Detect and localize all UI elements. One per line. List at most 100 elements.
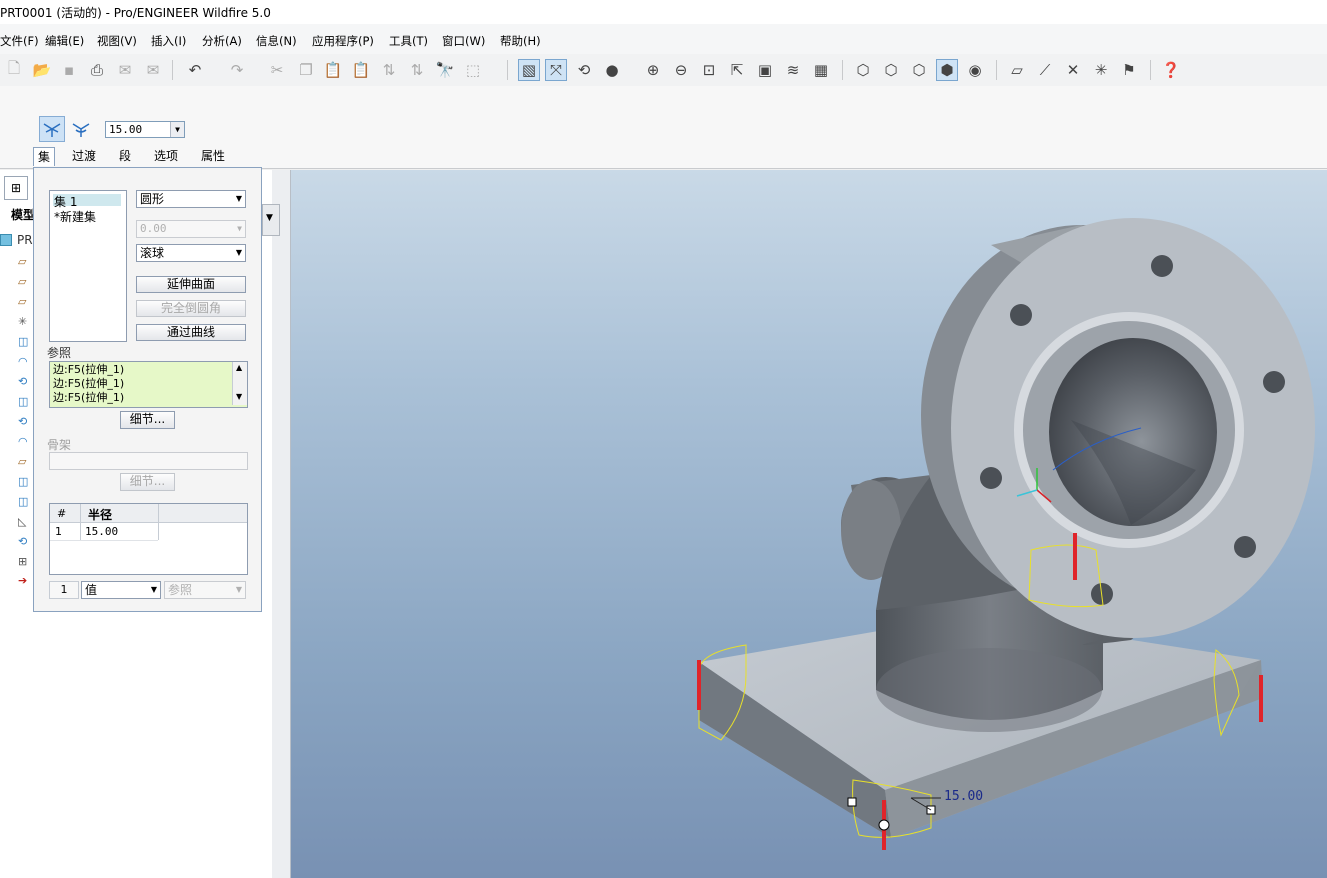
scroll-down-icon[interactable]: ▼ xyxy=(236,392,242,401)
references-scrollbar[interactable]: ▲ ▼ xyxy=(232,362,247,405)
menu-analysis[interactable]: 分析(A) xyxy=(202,33,242,49)
feature-icon: ◠ xyxy=(18,435,28,448)
datum-plane-icon: ▱ xyxy=(18,255,27,268)
model-tree-tab[interactable]: 模型 xyxy=(11,206,35,223)
tab-sets[interactable]: 集 xyxy=(33,147,56,166)
set-mode-icon[interactable] xyxy=(39,116,65,142)
regenerate-icon[interactable]: ⇅ xyxy=(378,59,400,81)
round-shape-select[interactable]: 圆形 ▼ xyxy=(136,190,246,208)
regen-manager-icon[interactable]: ⇅ xyxy=(406,59,428,81)
refit-icon[interactable]: ⊡ xyxy=(698,59,720,81)
tree-dropdown-button[interactable]: ▼ xyxy=(262,204,280,236)
zoom-out-icon[interactable]: ⊖ xyxy=(670,59,692,81)
value-mode-select[interactable]: 值 ▼ xyxy=(81,581,161,599)
copy-icon[interactable]: ❐ xyxy=(295,59,317,81)
graphics-window[interactable]: 15.00 xyxy=(291,170,1327,878)
find-icon[interactable]: 🔭 xyxy=(434,59,456,81)
radius-value-combo[interactable]: 15.00 ▼ xyxy=(105,121,185,138)
orient-mode-icon[interactable]: ⟲ xyxy=(573,59,595,81)
tree-display-icon[interactable]: ⊞ xyxy=(4,176,28,200)
reorient-icon[interactable]: ⇱ xyxy=(726,59,748,81)
insert-here-arrow-icon: ➔ xyxy=(18,574,28,587)
repaint-icon[interactable]: ▧ xyxy=(518,59,540,81)
datum-plane-icon: ▱ xyxy=(18,295,27,308)
selection-box-icon[interactable]: ⬚ xyxy=(462,59,484,81)
context-help-icon[interactable]: ❓ xyxy=(1160,59,1182,81)
through-curve-button[interactable]: 通过曲线 xyxy=(136,324,246,341)
reference-item[interactable]: 边:F5(拉伸_1) xyxy=(53,391,124,405)
menu-edit[interactable]: 编辑(E) xyxy=(45,33,84,49)
table-row[interactable]: 1 15.00 xyxy=(50,522,158,541)
tab-transitions[interactable]: 过渡 xyxy=(68,147,100,165)
tab-options[interactable]: 选项 xyxy=(150,147,182,165)
details-button[interactable]: 细节... xyxy=(120,411,175,429)
open-folder-icon[interactable]: 📂 xyxy=(31,59,53,81)
layers-icon[interactable]: ≋ xyxy=(782,59,804,81)
transition-mode-icon[interactable] xyxy=(68,116,94,142)
menu-window[interactable]: 窗口(W) xyxy=(442,33,485,49)
part-icon xyxy=(0,234,12,246)
paste-special-icon[interactable]: 📋 xyxy=(350,59,372,81)
drag-handle[interactable] xyxy=(878,819,890,831)
draft-icon: ◺ xyxy=(18,515,27,528)
revolve-icon: ⟲ xyxy=(18,415,28,428)
zoom-in-icon[interactable]: ⊕ xyxy=(642,59,664,81)
send-attachment-icon[interactable]: ✉ xyxy=(142,59,164,81)
saved-views-icon[interactable]: ▣ xyxy=(754,59,776,81)
menu-view[interactable]: 视图(V) xyxy=(97,33,137,49)
send-mail-icon[interactable]: ✉ xyxy=(114,59,136,81)
csys-icon: ✳ xyxy=(18,315,28,328)
menu-file[interactable]: 文件(F) xyxy=(0,33,39,49)
save-icon[interactable]: ▪ xyxy=(58,59,80,81)
drag-handle[interactable] xyxy=(847,797,857,807)
datum-axes-icon[interactable]: ⟋ xyxy=(1034,59,1056,81)
hidden-line-icon[interactable]: ⬡ xyxy=(880,59,902,81)
paste-icon[interactable]: 📋 xyxy=(322,59,344,81)
datum-planes-icon[interactable]: ▱ xyxy=(1006,59,1028,81)
wireframe-icon[interactable]: ⬡ xyxy=(852,59,874,81)
references-label: 参照 xyxy=(47,346,72,360)
tab-pieces[interactable]: 段 xyxy=(115,147,135,165)
menu-applications[interactable]: 应用程序(P) xyxy=(312,33,374,49)
main-toolbar: 🗋 📂 ▪ ⎙ ✉ ✉ ↶ ↷ ✂ ❐ 📋 📋 ⇅ ⇅ 🔭 ⬚ ▧ ⤧ ⟲ ● … xyxy=(0,54,1327,87)
value-mode-value: 值 xyxy=(85,583,98,597)
chevron-down-icon: ▼ xyxy=(235,194,242,203)
view-manager-icon[interactable]: ▦ xyxy=(810,59,832,81)
annotations-icon[interactable]: ⚑ xyxy=(1118,59,1140,81)
new-file-icon[interactable]: 🗋 xyxy=(3,59,25,81)
round-shape-value: 圆形 xyxy=(140,192,165,206)
reference-item[interactable]: 边:F5(拉伸_1) xyxy=(53,363,124,377)
scroll-up-icon[interactable]: ▲ xyxy=(236,363,242,372)
menu-insert[interactable]: 插入(I) xyxy=(151,33,186,49)
chevron-down-icon: ▼ xyxy=(150,585,157,594)
datum-points-icon[interactable]: ✕ xyxy=(1062,59,1084,81)
reference-mode-select: 参照 ▼ xyxy=(164,581,246,599)
no-hidden-icon[interactable]: ⬡ xyxy=(908,59,930,81)
menu-tools[interactable]: 工具(T) xyxy=(389,33,428,49)
coordinate-systems-icon[interactable]: ✳ xyxy=(1090,59,1112,81)
creation-method-select[interactable]: 滚球 ▼ xyxy=(136,244,246,262)
cut-icon[interactable]: ✂ xyxy=(266,59,288,81)
chevron-down-icon[interactable]: ▼ xyxy=(170,122,184,137)
enhanced-realism-icon[interactable]: ◉ xyxy=(964,59,986,81)
new-set-item[interactable]: *新建集 xyxy=(54,208,96,225)
undo-icon[interactable]: ↶ xyxy=(184,59,206,81)
menu-info[interactable]: 信息(N) xyxy=(256,33,297,49)
redo-icon[interactable]: ↷ xyxy=(226,59,248,81)
table-cell[interactable]: 15.00 xyxy=(85,525,118,538)
tree-root-label[interactable]: PR xyxy=(17,233,33,247)
shading-icon[interactable]: ⬢ xyxy=(936,59,958,81)
tab-properties[interactable]: 属性 xyxy=(197,147,229,165)
model-view-svg xyxy=(697,218,1315,850)
sets-panel: 集 1 *新建集 圆形 ▼ 0.00 ▼ 滚球 ▼ 延伸曲面 完全倒圆角 通过曲… xyxy=(33,167,262,612)
references-collector[interactable]: 边:F5(拉伸_1) 边:F5(拉伸_1) 边:F5(拉伸_1) ▲ ▼ xyxy=(49,361,248,408)
extend-surfaces-button[interactable]: 延伸曲面 xyxy=(136,276,246,293)
menu-help[interactable]: 帮助(H) xyxy=(500,33,541,49)
spin-center-icon[interactable]: ⤧ xyxy=(545,59,567,81)
appearance-gallery-icon[interactable]: ● xyxy=(601,59,623,81)
tree-splitter[interactable]: ▼ xyxy=(262,170,291,878)
reference-item[interactable]: 边:F5(拉伸_1) xyxy=(53,377,124,391)
print-icon[interactable]: ⎙ xyxy=(86,59,108,81)
skeleton-collector xyxy=(49,452,248,470)
dimension-label[interactable]: 15.00 xyxy=(944,789,983,804)
